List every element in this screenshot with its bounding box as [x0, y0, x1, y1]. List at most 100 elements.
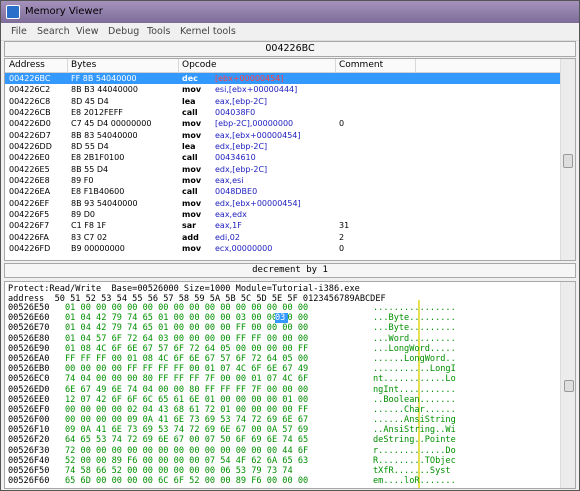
- column-divider[interactable]: [335, 59, 336, 73]
- scrollbar-thumb[interactable]: [563, 154, 573, 168]
- disasm-row[interactable]: 004226E5 8B 55 D4 mov edx,[ebp-2C]: [5, 164, 560, 175]
- column-opcode[interactable]: Opcode: [182, 60, 217, 70]
- disasm-row[interactable]: 004226E0 E8 2B1F0100 call 00434610: [5, 152, 560, 163]
- hex-row[interactable]: 00526EE0 12 07 42 6F 6F 6C 65 61 6E 01 00…: [5, 395, 565, 405]
- instruction-bytes: 8B B3 44040000: [71, 85, 138, 95]
- disassembler-address-bar[interactable]: 004226BC: [4, 41, 576, 57]
- disasm-row[interactable]: 004226E8 89 F0 mov eax,esi: [5, 175, 560, 186]
- hex-row[interactable]: 00526F60 65 6D 00 00 00 00 6C 6F 52 00 00…: [5, 476, 565, 486]
- hex-row[interactable]: 00526F00 00 00 00 00 09 0A 41 6E 73 69 53…: [5, 415, 565, 425]
- disasm-row[interactable]: 004226BC FF 8B 54040000 dec [ebx+00000454]: [5, 73, 560, 85]
- hex-row[interactable]: 00526F30 72 00 00 00 00 00 00 00 00 00 00…: [5, 446, 565, 456]
- hex-row-ascii: ................: [373, 303, 456, 313]
- disasm-row[interactable]: 004226F7 C1 F8 1F sar eax,1F 31: [5, 220, 560, 231]
- hex-row-ascii: ......AnsiString: [373, 415, 456, 426]
- instruction-bytes: C7 45 D4 00000000: [71, 119, 152, 129]
- instruction-operands: edx,[ebx+00000454]: [215, 198, 301, 208]
- disassembler-column-header: Address Bytes Opcode Comment: [5, 59, 560, 73]
- column-divider[interactable]: [67, 59, 68, 73]
- hex-row[interactable]: 00526EA0 FF FF FF 00 01 08 4C 6F 6E 67 57…: [5, 354, 565, 364]
- instruction-address: 004226D7: [9, 130, 51, 140]
- hex-row-ascii: ...Byte.........: [373, 323, 456, 334]
- instruction-operands: 00434610: [215, 153, 256, 163]
- column-divider[interactable]: [415, 59, 416, 73]
- hex-row-address: 00526E80: [8, 333, 50, 344]
- hex-row-bytes: 65 6D 00 00 00 00 6C 6F 52 00 00 89 F6 0…: [65, 476, 309, 487]
- disasm-row[interactable]: 004226C2 8B B3 44040000 mov esi,[ebx+000004…: [5, 84, 560, 95]
- hex-scrollbar[interactable]: [560, 282, 575, 488]
- hex-row[interactable]: 00526F10 09 0A 41 6E 73 69 53 74 72 69 6E…: [5, 425, 565, 435]
- disasm-row[interactable]: 004226EA E8 F1B40600 call 0048DBE0: [5, 186, 560, 197]
- hex-row[interactable]: 00526E90 01 08 4C 6F 6E 67 57 6F 72 64 05…: [5, 344, 565, 354]
- instruction-bytes: 8B 55 D4: [71, 164, 109, 174]
- hex-row-address: 00526E60: [8, 313, 50, 324]
- menu-view[interactable]: View: [76, 26, 99, 37]
- instruction-description: decrement by 1: [4, 263, 576, 278]
- disasm-row[interactable]: 004226D7 8B 83 54040000 mov eax,[ebx+000004…: [5, 130, 560, 141]
- hex-row-address: 00526F30: [8, 445, 50, 456]
- hex-row[interactable]: 00526F20 64 65 53 74 72 69 6E 67 00 07 50…: [5, 435, 565, 445]
- hex-row[interactable]: 00526EC0 74 04 00 00 00 80 FF FF FF 7F 00…: [5, 374, 565, 384]
- hex-row[interactable]: 00526E70 01 04 42 79 74 65 01 00 00 00 00…: [5, 323, 565, 333]
- instruction-operands: edi,02: [215, 232, 240, 242]
- hex-cursor-byte[interactable]: 03: [275, 313, 288, 323]
- hex-row-bytes: 01 04 42 79 74 65 01 00 00 00 00 FF 00 0…: [65, 323, 309, 334]
- hex-row-address: 00526F10: [8, 425, 50, 436]
- column-comment[interactable]: Comment: [339, 60, 383, 70]
- disasm-row[interactable]: 004226FD B9 00000000 mov ecx,00000000 0: [5, 243, 560, 254]
- hex-row-address: 00526ED0: [8, 384, 50, 395]
- disasm-row[interactable]: 004226CB E8 2012FEFF call 004038F0: [5, 107, 560, 118]
- hex-row-ascii: R.........TObjec: [373, 455, 456, 466]
- menu-debug[interactable]: Debug: [108, 26, 139, 37]
- disasm-row[interactable]: 004226FA 83 C7 02 add edi,02 2: [5, 232, 560, 243]
- instruction-bytes: E8 F1B40600: [71, 187, 125, 197]
- column-bytes[interactable]: Bytes: [71, 60, 96, 70]
- instruction-operands: eax,edx: [215, 210, 247, 220]
- instruction-address: 004226EF: [9, 198, 50, 208]
- instruction-opcode: dec: [182, 74, 198, 83]
- hex-row[interactable]: 00526EB0 00 00 00 00 FF FF FF FF 00 01 07…: [5, 364, 565, 374]
- disassembler-scrollbar[interactable]: [560, 59, 575, 260]
- column-divider[interactable]: [178, 59, 179, 73]
- instruction-operands: [ebx+00000454]: [215, 74, 284, 83]
- menu-search[interactable]: Search: [37, 26, 70, 37]
- disasm-row[interactable]: 004226DD 8D 55 D4 lea edx,[ebp-2C]: [5, 141, 560, 152]
- hex-row-bytes: 6E 67 49 6E 74 04 00 00 80 FF FF FF 7F 0…: [65, 384, 309, 395]
- memory-region-info: Protect:Read/Write Base=00526000 Size=10…: [8, 284, 360, 294]
- hex-row-bytes: 00 00 00 00 FF FF FF FF 00 01 07 4C 6F 6…: [65, 364, 309, 375]
- hex-row-ascii: ......LongWord..: [373, 353, 456, 364]
- hex-row-bytes: 64 65 53 74 72 69 6E 67 00 07 50 6F 69 6…: [65, 435, 309, 446]
- hex-row-ascii: ngInt...........: [373, 384, 456, 395]
- menu-kernel-tools[interactable]: Kernel tools: [180, 26, 236, 37]
- instruction-address: 004226EA: [9, 187, 51, 197]
- hex-row[interactable]: 00526F40 52 00 00 89 F6 00 00 00 00 07 54…: [5, 456, 565, 466]
- disasm-row[interactable]: 004226F5 89 D0 mov eax,edx: [5, 209, 560, 220]
- hex-row-ascii: ...Byte.........: [373, 313, 456, 324]
- hex-row[interactable]: 00526E50 01 00 00 00 00 00 00 00 00 00 00…: [5, 303, 565, 313]
- hex-row-bytes: 74 58 66 52 00 00 00 00 00 00 06 53 79 7…: [65, 466, 293, 476]
- hex-row-ascii: r.............Do: [373, 445, 456, 456]
- hex-row[interactable]: 00526ED0 6E 67 49 6E 74 04 00 00 80 FF FF…: [5, 385, 565, 395]
- instruction-bytes: C1 F8 1F: [71, 221, 107, 231]
- hex-row-ascii: ...Word.........: [373, 333, 456, 344]
- instruction-opcode: mov: [182, 164, 202, 174]
- hex-row[interactable]: 00526E80 01 04 57 6F 72 64 03 00 00 00 00…: [5, 334, 565, 344]
- title-bar[interactable]: Memory Viewer: [1, 1, 579, 23]
- disasm-row[interactable]: 004226C8 8D 45 D4 lea eax,[ebp-2C]: [5, 96, 560, 107]
- hex-row[interactable]: 00526F50 74 58 66 52 00 00 00 00 00 00 06…: [5, 466, 565, 476]
- instruction-comment: 0: [339, 119, 345, 129]
- disasm-row[interactable]: 004226D0 C7 45 D4 00000000 mov [ebp-2C],000…: [5, 118, 560, 129]
- hex-row-bytes: 01 04 57 6F 72 64 03 00 00 00 00 FF FF 0…: [65, 333, 309, 344]
- hex-view-panel[interactable]: Protect:Read/Write Base=00526000 Size=10…: [4, 281, 576, 489]
- disassembler-panel[interactable]: Address Bytes Opcode Comment 004226BC FF …: [4, 58, 576, 261]
- menu-file[interactable]: File: [11, 26, 27, 37]
- instruction-opcode: call: [182, 187, 198, 197]
- instruction-address: 004226E0: [9, 153, 50, 163]
- hex-row-bytes: 00 00 00 00 09 0A 41 6E 73 69 53 74 72 6…: [65, 415, 309, 426]
- menu-tools[interactable]: Tools: [147, 26, 170, 37]
- column-address[interactable]: Address: [9, 60, 45, 70]
- disasm-row[interactable]: 004226EF 8B 93 54040000 mov edx,[ebx+000004…: [5, 198, 560, 209]
- scrollbar-thumb[interactable]: [564, 380, 574, 392]
- hex-row-ascii: deString..Pointe: [373, 435, 456, 446]
- hex-row[interactable]: 00526EF0 00 00 00 00 02 04 43 68 61 72 01…: [5, 405, 565, 415]
